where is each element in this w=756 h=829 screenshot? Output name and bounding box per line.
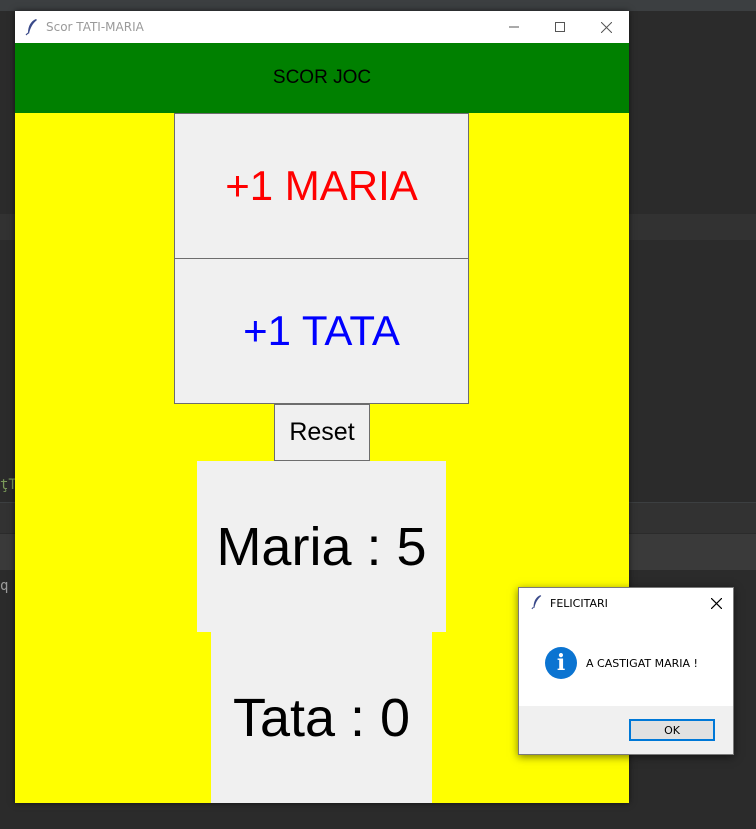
- window-title: Scor TATI-MARIA: [46, 20, 144, 34]
- close-button[interactable]: [583, 11, 629, 43]
- felicitari-dialog: FELICITARI i A CASTIGAT MARIA ! OK: [518, 587, 734, 755]
- minimize-button[interactable]: [491, 11, 537, 43]
- ide-code-fragment: q: [0, 578, 9, 594]
- close-icon: [710, 597, 722, 609]
- info-icon: i: [545, 647, 577, 679]
- add-maria-button[interactable]: +1 MARIA: [174, 113, 469, 259]
- feather-icon: [531, 595, 542, 610]
- maximize-icon: [555, 22, 565, 32]
- maria-score-label: Maria : 5: [197, 461, 446, 632]
- tata-score-label: Tata : 0: [211, 632, 432, 803]
- minimize-icon: [509, 26, 519, 28]
- reset-button[interactable]: Reset: [274, 404, 370, 461]
- dialog-footer: OK: [519, 706, 733, 754]
- feather-icon: [25, 19, 37, 36]
- dialog-close-button[interactable]: [699, 588, 733, 618]
- maximize-button[interactable]: [537, 11, 583, 43]
- dialog-message: A CASTIGAT MARIA !: [586, 657, 698, 670]
- add-tata-button[interactable]: +1 TATA: [174, 258, 469, 404]
- score-header: SCOR JOC: [15, 43, 629, 113]
- close-icon: [600, 21, 612, 33]
- title-bar[interactable]: Scor TATI-MARIA: [15, 11, 629, 43]
- ok-button[interactable]: OK: [629, 719, 715, 741]
- ide-top-bar: [0, 0, 756, 11]
- dialog-title: FELICITARI: [550, 597, 608, 610]
